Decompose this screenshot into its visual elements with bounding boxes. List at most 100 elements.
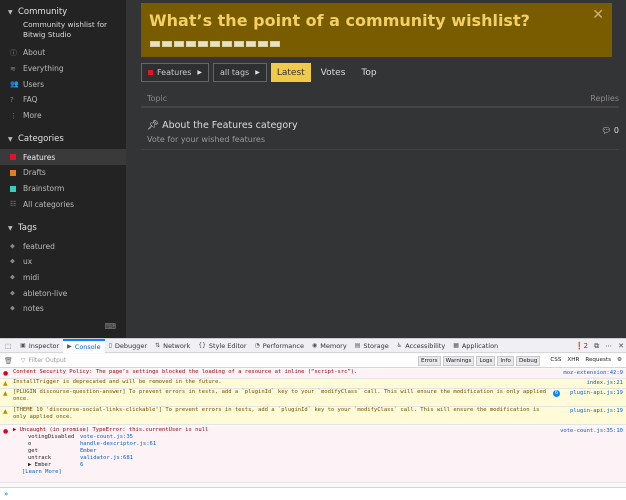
category-color-swatch — [10, 154, 16, 161]
sidebar-item-brainstorm[interactable]: Brainstorm — [0, 181, 126, 197]
tab-style-editor[interactable]: {} Style Editor — [194, 339, 250, 353]
keyboard-icon[interactable]: ⌨ — [104, 322, 116, 331]
column-header-replies[interactable]: Replies — [590, 94, 619, 103]
sidebar-item-label: Everything — [23, 64, 64, 74]
trash-icon[interactable]: 🗑︎ — [4, 357, 13, 365]
console-message[interactable]: ▲ [THEME 10 'discourse-social-links-clic… — [0, 407, 626, 425]
tag-icon: ⬥ — [10, 272, 15, 281]
stack-location[interactable]: handle-descriptor.js:61 — [80, 441, 200, 448]
filter-css-button[interactable]: CSS — [548, 356, 563, 366]
stack-location[interactable]: vote-count.js:35 — [80, 434, 200, 441]
category-dropdown-label: Features — [157, 68, 192, 77]
memory-icon: ◉ — [312, 342, 318, 349]
sidebar-tag-ux[interactable]: ⬥ ux — [0, 254, 126, 270]
filter-info-button[interactable]: Info — [497, 356, 514, 366]
console-message-source[interactable]: index.js:21 — [587, 380, 623, 387]
accessibility-icon: ♿︎ — [396, 342, 403, 349]
devtools-pick-element-icon[interactable]: ⬚ — [0, 339, 16, 353]
learn-more-link[interactable]: [Learn More] — [13, 469, 626, 476]
sidebar-item-faq[interactable]: ? FAQ — [0, 92, 126, 108]
filter-input[interactable]: ▽ Filter Output — [21, 357, 66, 364]
filter-debug-button[interactable]: Debug — [515, 356, 541, 366]
tab-storage[interactable]: ▤ Storage — [351, 339, 393, 353]
sidebar-tag-midi[interactable]: ⬥ midi — [0, 270, 126, 286]
tab-console[interactable]: ▶ Console — [63, 338, 105, 353]
stack-location[interactable]: Ember — [80, 448, 200, 455]
banner-title: What’s the point of a community wishlist… — [149, 11, 530, 30]
category-color-swatch — [10, 185, 16, 192]
topic-list-header: Topic Replies — [141, 90, 619, 108]
sidebar-item-label: FAQ — [23, 95, 38, 105]
filter-buttons: Errors Warnings Logs Info Debug CSS XHR … — [418, 356, 624, 366]
console-message-source[interactable]: moz-extension:42:9 — [563, 370, 623, 377]
topic-replies[interactable]: 💬︎ 0 — [601, 126, 619, 135]
stack-function[interactable]: ▶ Ember — [28, 462, 80, 469]
close-icon[interactable]: ✕ — [592, 7, 604, 23]
console-message[interactable]: ● ▶ Uncaught (in promise) TypeError: thi… — [0, 427, 626, 483]
envelope-icon — [162, 41, 172, 47]
sidebar-section-categories[interactable]: ▼ Categories — [0, 132, 126, 146]
stack-location[interactable]: validator.js:681 — [80, 455, 200, 462]
topic-title[interactable]: 📌︎ About the Features category — [147, 120, 298, 131]
more-options-icon[interactable]: ⋯ — [605, 342, 612, 350]
console-prompt-icon: » — [4, 490, 9, 498]
console-input[interactable]: » — [0, 487, 626, 500]
topic-row[interactable]: 📌︎ About the Features category Vote for … — [141, 112, 619, 150]
filter-warnings-button[interactable]: Warnings — [442, 356, 475, 366]
storage-icon: ▤ — [354, 342, 361, 349]
sidebar-tag-ableton-live[interactable]: ⬥ ableton-live — [0, 285, 126, 301]
console-message[interactable]: ▲ InstallTrigger is deprecated and will … — [0, 379, 626, 389]
stack-function: get — [28, 448, 38, 454]
filter-placeholder: Filter Output — [28, 357, 67, 364]
tab-inspector[interactable]: ▣ Inspector — [16, 339, 63, 353]
filter-logs-button[interactable]: Logs — [476, 356, 496, 366]
tab-application[interactable]: ▦ Application — [449, 339, 502, 353]
tags-dropdown[interactable]: all tags ▶ — [213, 63, 267, 82]
sidebar-item-drafts[interactable]: Drafts — [0, 165, 126, 181]
style-editor-icon: {} — [198, 342, 206, 349]
category-dropdown[interactable]: Features ▶ — [141, 63, 210, 82]
sidebar-item-more[interactable]: ⋮ More — [0, 108, 126, 124]
settings-gear-icon[interactable]: ⚙ — [615, 356, 624, 366]
filter-xhr-button[interactable]: XHR — [565, 356, 581, 366]
console-message-source[interactable]: plugin-api.js:19 — [570, 390, 623, 397]
caret-right-icon: ▶ — [255, 69, 260, 76]
tab-memory[interactable]: ◉ Memory — [308, 339, 351, 353]
console-message-source[interactable]: plugin-api.js:19 — [570, 408, 623, 415]
close-icon[interactable]: ✕ — [618, 342, 624, 350]
tag-icon: ⬥ — [10, 241, 15, 250]
sidebar-section-community[interactable]: ▼ Community — [0, 5, 126, 19]
envelope-icon — [270, 41, 280, 47]
tab-label: Network — [163, 341, 191, 350]
sidebar-tag-notes[interactable]: ⬥ notes — [0, 301, 126, 317]
sidebar-item-features[interactable]: Features — [0, 149, 126, 166]
sidebar-item-about[interactable]: ⓘ About — [0, 45, 126, 61]
column-header-topic[interactable]: Topic — [147, 94, 167, 103]
application-icon: ▦ — [453, 342, 459, 349]
sidebar-item-label: Brainstorm — [23, 184, 65, 194]
error-count-badge[interactable]: ❗2 — [575, 342, 588, 350]
sidebar-item-label: ux — [23, 257, 33, 267]
tab-latest[interactable]: Latest — [270, 63, 311, 82]
tab-top[interactable]: Top — [355, 63, 382, 82]
console-message[interactable]: ● Content Security Policy: The page’s se… — [0, 369, 626, 379]
devtools-toolbar-right: ❗2 ⧉ ⋯ ✕ — [575, 339, 624, 353]
sidebar-item-all-categories[interactable]: ☷ All categories — [0, 197, 126, 213]
tab-votes[interactable]: Votes — [315, 63, 352, 82]
console-message[interactable]: ▲ [PLUGIN discourse-question-answer] To … — [0, 389, 626, 407]
dock-icon[interactable]: ⧉ — [594, 342, 599, 351]
filter-errors-button[interactable]: Errors — [418, 356, 441, 366]
layers-icon: ≋ — [10, 64, 16, 73]
console-message-source[interactable]: vote-count.js:35:10 — [560, 428, 623, 435]
console-message-text: InstallTrigger is deprecated and will be… — [13, 379, 222, 385]
tab-accessibility[interactable]: ♿︎ Accessibility — [393, 339, 449, 353]
tab-network[interactable]: ⇅ Network — [151, 339, 194, 353]
filter-requests-button[interactable]: Requests — [583, 356, 613, 366]
sidebar-tag-featured[interactable]: ⬥ featured — [0, 238, 126, 254]
main-content: What’s the point of a community wishlist… — [126, 0, 626, 338]
sidebar-item-everything[interactable]: ≋ Everything — [0, 61, 126, 77]
sidebar-item-users[interactable]: 👥 Users — [0, 76, 126, 92]
tab-debugger[interactable]: ▯ Debugger — [105, 339, 152, 353]
sidebar-section-tags[interactable]: ▼ Tags — [0, 221, 126, 235]
tab-performance[interactable]: ◔ Performance — [251, 339, 308, 353]
